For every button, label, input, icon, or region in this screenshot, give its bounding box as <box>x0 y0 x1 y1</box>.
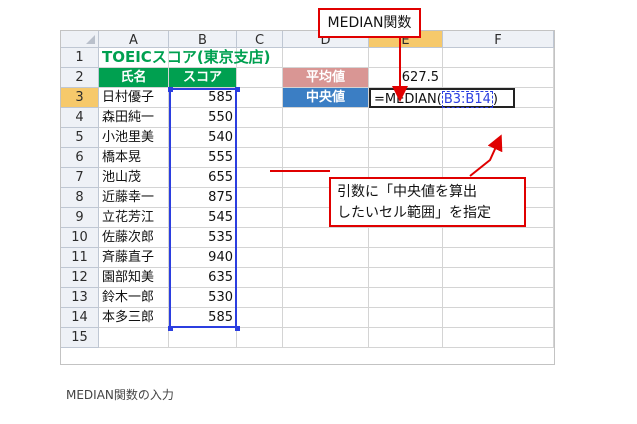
instruction-line-2: したいセル範囲」を指定 <box>337 205 491 221</box>
median-function-callout: MEDIAN関数 <box>318 8 421 38</box>
arrow-to-reference <box>469 134 503 177</box>
instruction-line-1: 引数に「中央値を算出 <box>337 184 477 200</box>
argument-instruction-callout: 引数に「中央値を算出 したいセル範囲」を指定 <box>329 177 526 227</box>
annotation-arrows <box>270 38 503 177</box>
median-function-callout-text: MEDIAN関数 <box>327 15 412 31</box>
